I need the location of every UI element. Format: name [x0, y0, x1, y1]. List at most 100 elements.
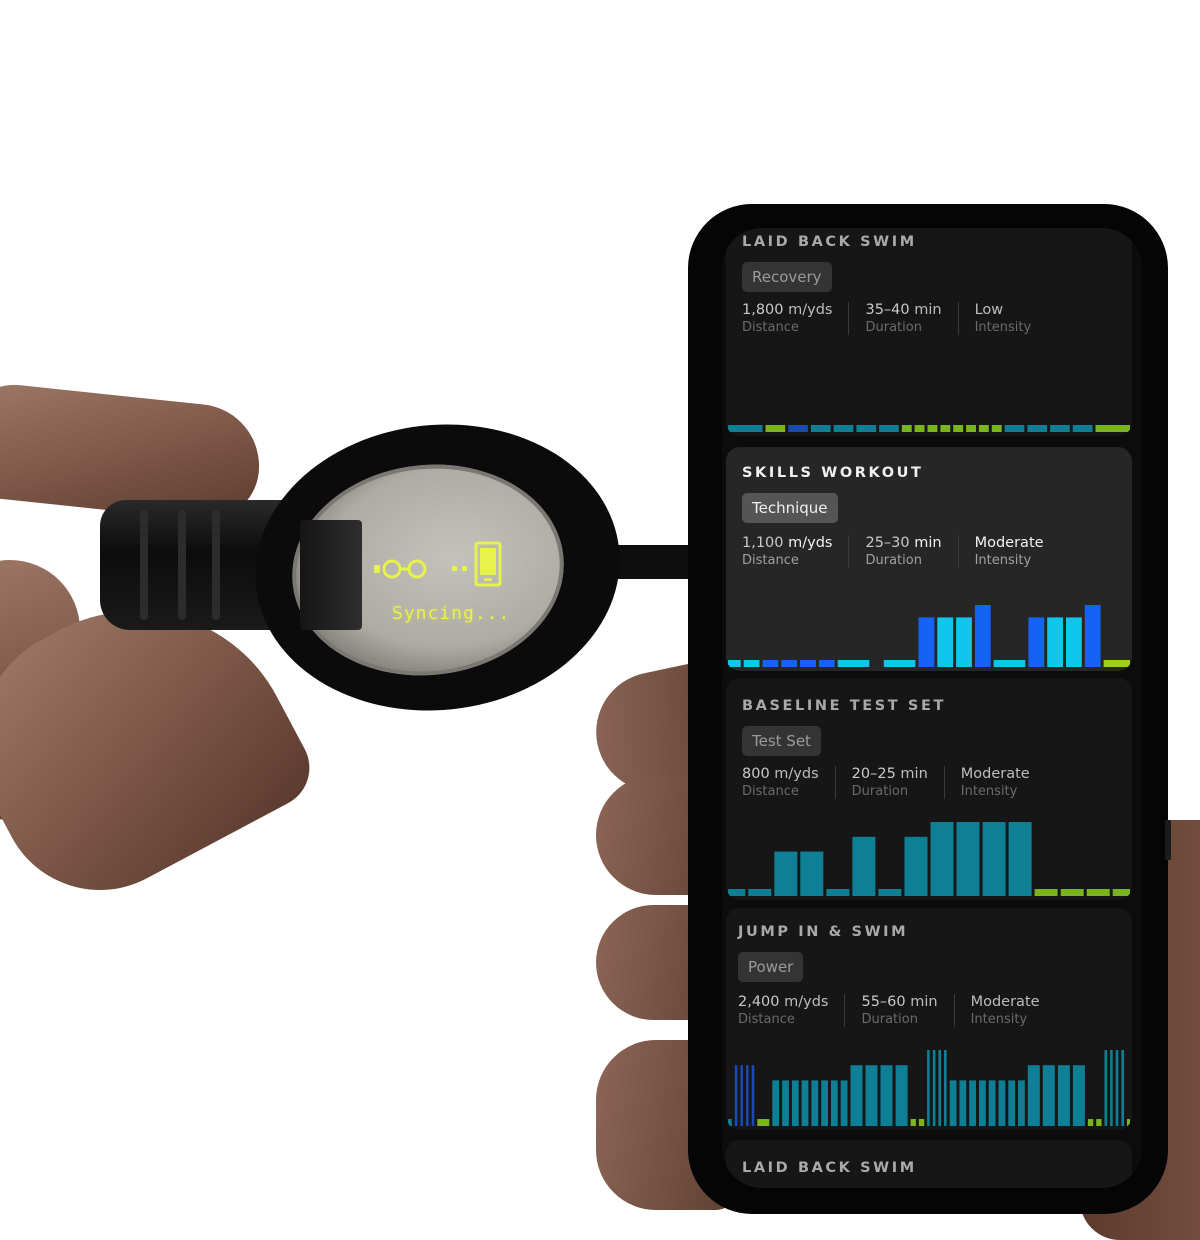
workout-profile-chart	[726, 603, 1132, 671]
chart-bar	[762, 660, 779, 667]
workout-stats: 800 m/yds Distance 20–25 min Duration Mode…	[742, 766, 1062, 799]
chart-bar	[910, 1119, 916, 1126]
chart-bar	[1084, 605, 1101, 667]
chart-bar	[979, 1080, 986, 1126]
chart-bar	[904, 836, 928, 896]
chart-bar	[734, 1065, 738, 1126]
chart-bar	[748, 889, 772, 896]
chart-bar	[944, 1050, 947, 1126]
chart-svg	[728, 605, 1130, 667]
phone-side-button	[1165, 820, 1171, 860]
workout-card[interactable]: BASELINE TEST SET Test Set 800 m/yds Dist…	[726, 678, 1132, 900]
chart-bar	[1027, 1065, 1040, 1126]
chart-bar	[932, 1050, 936, 1126]
workout-stats: 2,400 m/yds Distance 55–60 min Duration Mo…	[738, 994, 1072, 1027]
chart-bar	[1008, 1080, 1016, 1126]
workout-tag: Test Set	[742, 726, 821, 756]
chart-bar	[830, 1080, 838, 1126]
chart-bar	[1018, 1080, 1025, 1126]
workout-profile-chart	[726, 1048, 1132, 1130]
workout-stats: 1,100 m/yds Distance 25–30 min Duration Mo…	[742, 535, 1076, 568]
chart-bar	[728, 889, 746, 896]
chart-bar	[746, 1065, 749, 1126]
workout-title: SKILLS WORKOUT	[742, 465, 924, 481]
workout-card[interactable]: LAID BACK SWIM	[726, 1140, 1132, 1188]
goggle-hud-display: Syncing...	[368, 535, 528, 635]
chart-bar	[801, 1080, 809, 1126]
workout-tag: Power	[738, 952, 804, 982]
chart-bar	[728, 660, 741, 667]
chart-bar	[927, 1050, 930, 1126]
chart-bar	[856, 425, 877, 432]
chart-bar	[852, 836, 876, 896]
chart-bar	[728, 1119, 732, 1126]
chart-bar	[940, 425, 951, 432]
chart-bar	[956, 617, 972, 667]
chart-bar	[878, 889, 902, 896]
chart-bar	[1112, 889, 1130, 896]
intensity-stat: Moderate Intensity	[974, 535, 1044, 568]
chart-svg	[728, 425, 1130, 432]
chart-bar	[800, 660, 816, 667]
chart-bar	[757, 1119, 770, 1126]
workout-profile-chart	[726, 820, 1132, 900]
workout-list-screen[interactable]: LAID BACK SWIM Recovery 1,800 m/yds Dista…	[722, 228, 1142, 1188]
chart-bar	[918, 1119, 925, 1126]
chart-bar	[781, 660, 798, 667]
chart-bar	[811, 1080, 819, 1126]
workout-title: BASELINE TEST SET	[742, 698, 946, 714]
chart-bar	[751, 1065, 755, 1126]
chart-bar	[956, 822, 980, 896]
chart-bar	[782, 1080, 789, 1126]
chart-bar	[818, 660, 835, 667]
chart-bar	[1086, 889, 1110, 896]
distance-stat: 1,800 m/yds Distance	[742, 302, 850, 335]
chart-bar	[774, 851, 798, 896]
chart-bar	[1121, 1050, 1124, 1126]
distance-stat: 2,400 m/yds Distance	[738, 994, 846, 1027]
chart-bar	[1072, 1065, 1085, 1126]
chart-bar	[1115, 1050, 1119, 1126]
chart-bar	[788, 425, 808, 432]
chart-bar	[938, 1050, 941, 1126]
chart-bar	[988, 1080, 996, 1126]
duration-stat: 35–40 min Duration	[865, 302, 959, 335]
chart-bar	[930, 822, 954, 896]
chart-bar	[1034, 889, 1058, 896]
workout-card[interactable]: LAID BACK SWIM Recovery 1,800 m/yds Dista…	[726, 228, 1132, 436]
chart-bar	[740, 1065, 743, 1126]
workout-stats: 1,800 m/yds Distance 35–40 min Duration Lo…	[742, 302, 1063, 335]
workout-title: JUMP IN & SWIM	[738, 924, 909, 940]
intensity-stat: Moderate Intensity	[970, 994, 1040, 1027]
workout-card[interactable]: JUMP IN & SWIM Power 2,400 m/yds Distance…	[726, 908, 1132, 1130]
distance-stat: 800 m/yds Distance	[742, 766, 836, 799]
chart-bar	[833, 425, 854, 432]
duration-stat: 20–25 min Duration	[852, 766, 945, 799]
chart-bar	[993, 660, 1026, 667]
chart-bar	[966, 425, 976, 432]
chart-bar	[1050, 425, 1070, 432]
chart-svg	[728, 1050, 1130, 1126]
chart-bar	[1027, 425, 1048, 432]
chart-bar	[1104, 1050, 1108, 1126]
goggle-sensor	[300, 520, 362, 630]
chart-bar	[1004, 425, 1025, 432]
workout-title: LAID BACK SWIM	[742, 1160, 917, 1176]
workout-tag: Recovery	[742, 262, 832, 292]
chart-bar	[1110, 1050, 1113, 1126]
chart-bar	[901, 425, 912, 432]
chart-bar	[1103, 660, 1130, 667]
workout-card-selected[interactable]: SKILLS WORKOUT Technique 1,100 m/yds Dist…	[726, 447, 1132, 671]
chart-bar	[810, 425, 831, 432]
chart-bar	[865, 1065, 878, 1126]
chart-bar	[998, 1080, 1006, 1126]
chart-bar	[1127, 1119, 1130, 1126]
chart-bar	[1096, 1119, 1102, 1126]
chart-bar	[800, 851, 824, 896]
distance-stat: 1,100 m/yds Distance	[742, 535, 850, 568]
chart-bar	[918, 617, 935, 667]
hud-status-text: Syncing...	[392, 603, 511, 624]
chart-bar	[883, 660, 916, 667]
chart-bar	[937, 617, 954, 667]
chart-bar	[850, 1065, 863, 1126]
